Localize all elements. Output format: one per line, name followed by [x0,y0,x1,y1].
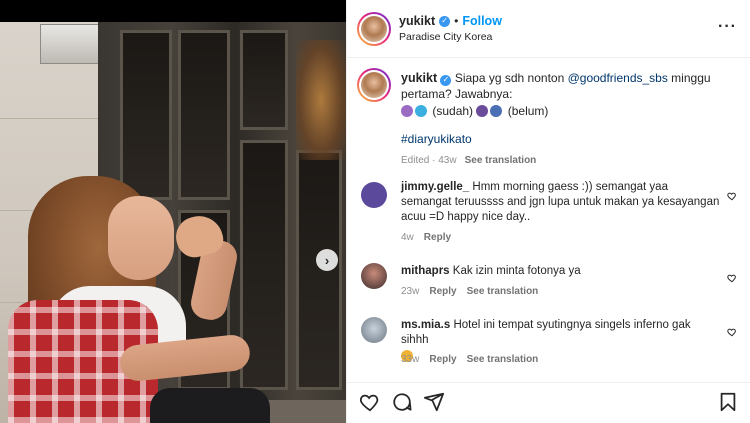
face [108,196,174,280]
caption-username[interactable]: yukikt [401,71,437,85]
wall-unit [40,24,100,64]
wall-joint [0,118,98,119]
pants [150,388,270,423]
separator-dot: • [454,14,459,28]
caption-edited-time: Edited · 43w [401,155,457,166]
comment-meta: 23w Reply See translation [401,286,538,297]
comment-username[interactable]: mithaprs [401,265,450,277]
reply-button[interactable]: Reply [429,286,456,297]
author-avatar[interactable] [357,12,391,46]
comment-body: jimmy.gelle_ Hmm morning gaess :)) seman… [401,180,721,225]
post-header: yukikt ✓ • Follow Paradise City Korea ··… [347,0,750,58]
commenter-avatar[interactable] [361,263,387,289]
emoji-icon [476,105,489,117]
comment-text: Kak izin minta fotonya ya [452,265,581,277]
comment-icon[interactable] [391,391,413,413]
comment-like-heart-icon[interactable] [727,324,737,337]
reply-button[interactable]: Reply [424,232,451,243]
comment-like-heart-icon[interactable] [727,270,737,283]
comment-username[interactable]: jimmy.gelle_ [401,181,469,193]
emoji-icon [401,105,413,117]
caption-option-b: (belum) [507,104,549,118]
caption-text: Siapa yg sdh nonton [454,71,568,85]
door-pane [120,30,172,200]
emoji-icon [490,105,503,117]
caption-meta: Edited · 43w See translation [401,153,731,169]
reply-button[interactable]: Reply [429,354,456,365]
see-translation-link[interactable]: See translation [467,354,539,365]
next-photo-button[interactable]: › [316,249,338,271]
chevron-right-icon: › [324,252,330,268]
post-caption: yukikt ✓ Siapa yg sdh nonton @goodfriend… [401,70,731,169]
see-translation-link[interactable]: See translation [465,153,537,169]
more-horizontal-icon[interactable]: ··· [718,18,737,36]
photo-top-bar [0,0,346,22]
bookmark-icon[interactable] [717,391,739,413]
verified-badge-icon: ✓ [440,74,452,86]
door-pane [296,150,342,390]
see-translation-link[interactable]: See translation [467,286,539,297]
comment-body: mithaprs Kak izin minta fotonya ya [401,264,721,279]
caption-hashtag[interactable]: #diaryukikato [401,132,472,146]
caption-option-a: (sudah) [432,104,474,118]
author-info: yukikt ✓ • Follow [399,14,502,28]
comment-username[interactable]: ms.mia.s [401,319,450,331]
door-pane [178,30,230,200]
post-action-bar [347,382,750,423]
caption-avatar[interactable] [357,68,391,102]
send-icon[interactable] [423,391,445,413]
author-username[interactable]: yukikt [399,14,435,28]
door-pane [240,30,288,130]
commenter-avatar[interactable] [361,182,387,208]
caption-mention[interactable]: @goodfriends_sbs [568,71,668,85]
comment-time: 23w [401,286,420,297]
post-photo: › [0,0,346,423]
comment-meta: 33w Reply See translation [401,354,538,365]
emoji-icon [415,105,427,117]
light-glow [296,40,346,160]
post-panel: yukikt ✓ • Follow Paradise City Korea ··… [346,0,750,423]
comment-time: 4w [401,232,414,243]
comment-time: 33w [401,354,420,365]
comment-like-heart-icon[interactable] [727,188,737,201]
verified-badge-icon: ✓ [439,15,451,27]
commenter-avatar[interactable] [361,317,387,343]
heart-icon[interactable] [359,391,381,413]
follow-button[interactable]: Follow [462,14,502,28]
post-location[interactable]: Paradise City Korea [399,31,492,43]
comment-meta: 4w Reply [401,232,451,243]
